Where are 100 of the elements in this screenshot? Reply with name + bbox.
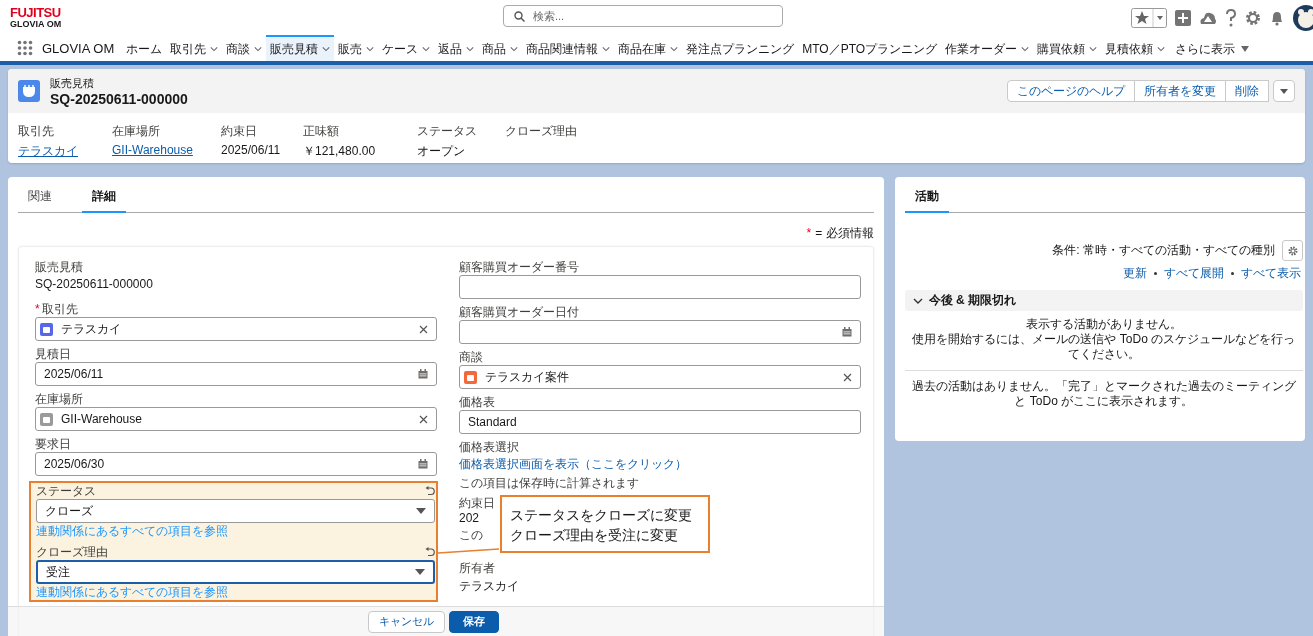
nav-tab[interactable]: 購買依頼 xyxy=(1033,35,1102,61)
field-label: 販売見積 xyxy=(35,259,83,274)
nav-tab[interactable]: 作業オーダー xyxy=(941,35,1034,61)
nav-tab[interactable]: 見積依頼 xyxy=(1101,35,1170,61)
chevron-down-icon[interactable] xyxy=(422,46,431,52)
filter-settings-button[interactable] xyxy=(1282,240,1303,261)
text-field[interactable] xyxy=(459,275,861,299)
date-field[interactable]: 2025/06/30 xyxy=(35,452,437,476)
settings-icon xyxy=(1287,245,1298,256)
nav-tab[interactable]: ケース xyxy=(378,35,435,61)
undo-icon[interactable] xyxy=(425,486,435,496)
nav-tab[interactable]: MTO／PTOプランニング xyxy=(798,35,942,61)
picklist-field[interactable]: クローズ xyxy=(36,499,435,523)
add-icon[interactable] xyxy=(1175,9,1191,26)
field-label: 商談 xyxy=(459,349,483,364)
action-button[interactable]: 所有者を変更 xyxy=(1134,80,1226,102)
nav-tab[interactable]: ホーム xyxy=(122,35,167,61)
nav-tab[interactable]: 販売見積 xyxy=(266,35,335,61)
help-icon[interactable] xyxy=(1225,8,1237,27)
calendar-icon[interactable] xyxy=(418,369,428,379)
avatar-icon[interactable] xyxy=(1293,4,1313,31)
chevron-down-icon[interactable] xyxy=(466,46,475,52)
lookup-field[interactable]: GII-Warehouse xyxy=(35,407,437,431)
field-label: クローズ理由 xyxy=(36,544,108,559)
field-label: 正味額 xyxy=(303,123,340,140)
field-value: テラスカイ xyxy=(459,578,520,595)
nav-tab[interactable]: 商品在庫 xyxy=(614,35,683,61)
search-field[interactable]: 検索... xyxy=(503,5,783,27)
app-launcher-icon[interactable] xyxy=(17,40,33,56)
record-link[interactable]: テラスカイ xyxy=(18,143,112,160)
chevron-down-icon[interactable] xyxy=(1157,46,1166,52)
date-field[interactable]: 2025/06/11 xyxy=(35,362,437,386)
nav-tab[interactable]: 取引先 xyxy=(166,35,223,61)
record-title: SQ-20250611-000000 xyxy=(50,90,188,107)
save-button[interactable]: 保存 xyxy=(449,610,500,633)
chevron-down-icon[interactable] xyxy=(670,46,679,52)
clear-icon[interactable] xyxy=(419,324,428,334)
tab[interactable]: 関連 xyxy=(18,188,62,213)
link[interactable]: 更新 xyxy=(1123,265,1147,282)
dropdown-caret-icon[interactable] xyxy=(415,569,425,575)
caret-icon[interactable] xyxy=(1241,46,1250,52)
field-label: 在庫場所 xyxy=(35,391,83,406)
callout-text: ステータスをクローズに変更 xyxy=(510,506,693,525)
tab[interactable]: 活動 xyxy=(904,188,949,213)
bell-icon[interactable] xyxy=(1269,9,1285,26)
chevron-down-icon[interactable] xyxy=(1021,46,1030,52)
calendar-icon[interactable] xyxy=(418,459,428,469)
more-tab[interactable]: さらに表示 xyxy=(1169,35,1254,61)
chevron-down-icon[interactable] xyxy=(1089,46,1098,52)
undo-icon[interactable] xyxy=(425,547,435,557)
favorites-icon[interactable] xyxy=(1131,7,1167,28)
separator-dot xyxy=(1154,272,1157,275)
record-link[interactable]: GII-Warehouse xyxy=(112,143,221,157)
field-value: SQ-20250611-000000 xyxy=(35,277,154,291)
field-value: オープン xyxy=(417,143,466,160)
chevron-down-icon[interactable] xyxy=(510,46,519,52)
dropdown-caret-icon[interactable] xyxy=(416,508,426,514)
field-label: 約束日 xyxy=(459,495,495,510)
nav-tab[interactable]: 商品 xyxy=(478,35,523,61)
chevron-down-icon[interactable] xyxy=(366,46,375,52)
clear-icon[interactable] xyxy=(843,372,852,382)
link[interactable]: すべて表示 xyxy=(1241,265,1301,282)
field-value: 202 xyxy=(459,511,481,525)
more-actions-button[interactable] xyxy=(1273,80,1295,102)
settings-icon[interactable] xyxy=(1245,9,1261,26)
cancel-button[interactable]: キャンセル xyxy=(368,610,446,633)
field-label: 取引先 xyxy=(18,123,55,140)
action-button[interactable]: 削除 xyxy=(1225,80,1269,102)
required-mark: * xyxy=(35,301,40,316)
section-header[interactable]: 今後 & 期限切れ xyxy=(904,290,1303,311)
nav-tab[interactable]: 商品関連情報 xyxy=(522,35,615,61)
chevron-down-icon[interactable] xyxy=(602,46,611,52)
empty-message: 使用を開始するには、メールの送信や ToDo のスケジュールなどを行ってください。 xyxy=(911,332,1297,362)
picklist-field[interactable]: 受注 xyxy=(36,560,435,584)
required-mark: * xyxy=(806,226,812,240)
link[interactable]: すべて展開 xyxy=(1164,265,1224,282)
nav-tab[interactable]: 商談 xyxy=(222,35,267,61)
chevron-down-icon[interactable] xyxy=(322,46,331,52)
clear-icon[interactable] xyxy=(419,414,428,424)
search-icon xyxy=(514,10,525,22)
calendar-icon[interactable] xyxy=(842,327,852,337)
nav-tab[interactable]: 販売 xyxy=(334,35,379,61)
date-field[interactable] xyxy=(459,320,861,344)
link[interactable]: 価格表選択画面を表示（ここをクリック） xyxy=(459,456,687,473)
lookup-field[interactable]: テラスカイ xyxy=(35,317,437,341)
company-logo: FUJITSU xyxy=(10,6,62,19)
nav-tab[interactable]: 返品 xyxy=(434,35,479,61)
lookup-field[interactable]: テラスカイ案件 xyxy=(459,365,861,389)
callout-text: クローズ理由を受注に変更 xyxy=(510,526,679,545)
text-field[interactable]: Standard xyxy=(459,410,861,434)
field-label: クローズ理由 xyxy=(505,123,577,140)
field-label: 在庫場所 xyxy=(112,123,161,140)
chevron-down-icon[interactable] xyxy=(254,46,263,52)
object-label: 販売見積 xyxy=(50,75,95,91)
past-activity-message: 過去の活動はありません。「完了」とマークされた過去のミーティングと ToDo がここに表示されます。 xyxy=(910,378,1297,409)
action-button[interactable]: このページのヘルプ xyxy=(1007,80,1135,102)
field-note: この xyxy=(459,527,484,544)
nav-tab[interactable]: 発注点プランニング xyxy=(682,35,799,61)
chevron-down-icon[interactable] xyxy=(210,46,219,52)
tab[interactable]: 詳細 xyxy=(82,188,126,213)
